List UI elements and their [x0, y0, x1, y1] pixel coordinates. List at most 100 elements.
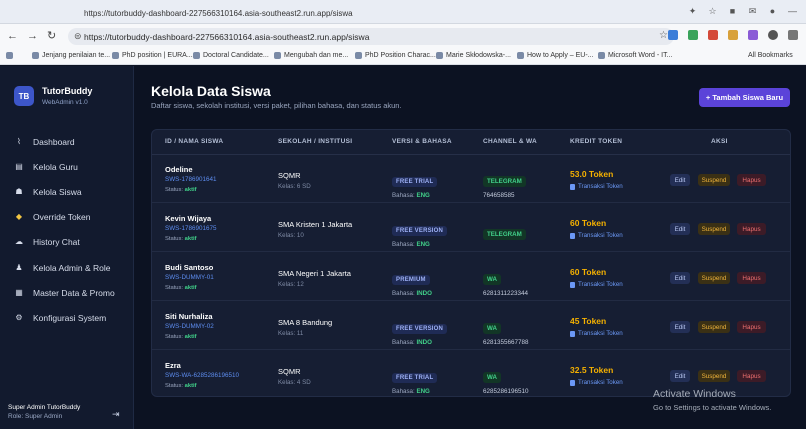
address-bar[interactable]: ⊜ https://tutorbuddy-dashboard-227566310… — [68, 28, 674, 45]
student-status: Status: aktif — [165, 334, 197, 340]
sidebar-item-history-chat[interactable]: ☁ History Chat — [14, 237, 80, 247]
reload-icon[interactable]: ↻ — [47, 30, 56, 42]
sidebar-item-konfigurasi[interactable]: ⚙ Konfigurasi System — [14, 313, 106, 323]
edit-button[interactable]: Edit — [670, 321, 690, 333]
bookmark-item[interactable]: How to Apply – EU-... — [517, 52, 594, 59]
suspend-button[interactable]: Suspend — [698, 272, 730, 284]
token-amount: 60 Token — [570, 218, 607, 228]
url-text: https://tutorbuddy-dashboard-22756631016… — [84, 32, 370, 42]
bookmark-star-icon[interactable]: ☆ — [659, 30, 668, 41]
token-amount: 60 Token — [570, 267, 607, 277]
star-icon[interactable]: ☆ — [707, 6, 718, 17]
student-id[interactable]: SWS-1786901641 — [165, 176, 216, 183]
all-bookmarks[interactable]: All Bookmarks — [748, 52, 793, 59]
teacher-icon: ▤ — [15, 162, 23, 171]
bookmark-item[interactable]: Marie Skłodowska-... — [436, 52, 511, 59]
student-name: Ezra — [165, 361, 181, 370]
school-name: SQMR — [278, 367, 301, 376]
edit-button[interactable]: Edit — [670, 174, 690, 186]
chart-icon: ⌇ — [17, 137, 21, 146]
delete-button[interactable]: Hapus — [737, 272, 766, 284]
bookmark-item[interactable]: Microsoft Word - IT... — [598, 52, 672, 59]
avatar[interactable] — [768, 30, 778, 40]
student-status: Status: aktif — [165, 236, 197, 242]
extension-c-icon[interactable] — [708, 30, 718, 40]
browser-tab-title[interactable]: https://tutorbuddy-dashboard-22756631016… — [84, 9, 353, 18]
sidebar-item-kelola-admin[interactable]: ♟ Kelola Admin & Role — [14, 263, 110, 273]
extension-icon[interactable]: ■ — [727, 6, 738, 17]
edit-button[interactable]: Edit — [670, 370, 690, 382]
profile-icon[interactable]: ● — [767, 6, 778, 17]
sparkle-icon[interactable]: ✦ — [687, 6, 698, 17]
bahasa: Bahasa: ENG — [392, 388, 430, 395]
suspend-button[interactable]: Suspend — [698, 223, 730, 235]
browser-toolbar: ← → ↻ ⊜ https://tutorbuddy-dashboard-227… — [0, 24, 806, 48]
user-info: Super Admin TutorBuddy Role: Super Admin — [8, 404, 80, 420]
delete-button[interactable]: Hapus — [737, 370, 766, 382]
extension-b-icon[interactable] — [688, 30, 698, 40]
token-transactions-link[interactable]: Transaksi Token — [570, 330, 623, 337]
column-header: AKSI — [711, 138, 728, 145]
student-cell: Ezra SWS-WA-6285286196510 Status: aktif — [165, 361, 239, 389]
bookmark-item[interactable]: Doctoral Candidate... — [193, 52, 269, 59]
table-row: Siti Nurhaliza SWS-DUMMY-02 Status: akti… — [152, 302, 790, 350]
table-row: Odeline SWS-1786901641 Status: aktif SQM… — [152, 155, 790, 203]
gmail-icon[interactable]: ✉ — [747, 6, 758, 17]
minimize-icon[interactable]: — — [787, 6, 798, 17]
student-id[interactable]: SWS-WA-6285286196510 — [165, 372, 239, 379]
channel-cell: WA 6285286196510 — [483, 366, 529, 395]
token-amount: 32.5 Token — [570, 365, 614, 375]
site-info-icon[interactable]: ⊜ — [74, 31, 82, 42]
database-icon: ▦ — [15, 288, 23, 297]
extension-e-icon[interactable] — [748, 30, 758, 40]
delete-button[interactable]: Hapus — [737, 174, 766, 186]
sidebar-item-label: Override Token — [33, 212, 91, 222]
edit-button[interactable]: Edit — [670, 223, 690, 235]
token-transactions-link[interactable]: Transaksi Token — [570, 281, 623, 288]
logo: TB — [14, 86, 34, 106]
logout-icon[interactable]: ⇥ — [112, 409, 120, 420]
bookmark-item[interactable]: Mengubah dan me... — [274, 52, 348, 59]
sidebar-item-kelola-guru[interactable]: ▤ Kelola Guru — [14, 162, 78, 172]
student-id[interactable]: SWS-DUMMY-02 — [165, 323, 214, 330]
back-icon[interactable]: ← — [7, 30, 18, 42]
receipt-icon — [570, 330, 575, 337]
page-subtitle: Daftar siswa, sekolah institusi, versi p… — [151, 101, 402, 110]
extension-a-icon[interactable] — [668, 30, 678, 40]
token-transactions-link[interactable]: Transaksi Token — [570, 183, 623, 190]
student-status: Status: aktif — [165, 285, 197, 291]
token-transactions-link[interactable]: Transaksi Token — [570, 379, 623, 386]
suspend-button[interactable]: Suspend — [698, 321, 730, 333]
bookmark-item[interactable]: PhD position | EURA... — [112, 52, 193, 59]
student-id[interactable]: SWS-1786901675 — [165, 225, 216, 232]
sidebar: TB TutorBuddy WebAdmin v1.0 ⌇ Dashboard … — [0, 66, 134, 429]
token-transactions-link[interactable]: Transaksi Token — [570, 232, 623, 239]
bookmark-item[interactable]: Jenjang penilaian te... — [32, 52, 110, 59]
suspend-button[interactable]: Suspend — [698, 370, 730, 382]
apps-icon[interactable] — [6, 52, 13, 59]
forward-icon[interactable]: → — [27, 30, 38, 42]
table-header: ID / NAMA SISWA SEKOLAH / INSTITUSI VERS… — [152, 130, 790, 155]
menu-icon[interactable] — [788, 30, 798, 40]
delete-button[interactable]: Hapus — [737, 321, 766, 333]
school-cell: SQMR Kelas: 4 SD — [278, 367, 311, 386]
students-table: ID / NAMA SISWA SEKOLAH / INSTITUSI VERS… — [151, 129, 791, 397]
edit-button[interactable]: Edit — [670, 272, 690, 284]
channel-badge: WA — [483, 274, 501, 285]
sidebar-item-kelola-siswa[interactable]: ☗ Kelola Siswa — [14, 187, 82, 197]
column-header: ID / NAMA SISWA — [165, 138, 224, 145]
sidebar-item-label: History Chat — [33, 237, 80, 247]
sidebar-item-label: Kelola Siswa — [33, 187, 82, 197]
wa-number: 6281355667788 — [483, 339, 529, 346]
sidebar-item-dashboard[interactable]: ⌇ Dashboard — [14, 137, 75, 147]
add-student-button[interactable]: + Tambah Siswa Baru — [699, 88, 790, 107]
extension-d-icon[interactable] — [728, 30, 738, 40]
brand-name: TutorBuddy — [42, 86, 93, 96]
bookmark-item[interactable]: PhD Position Charac... — [355, 52, 436, 59]
version-cell: PREMIUM Bahasa: INDO — [392, 268, 432, 297]
student-id[interactable]: SWS-DUMMY-01 — [165, 274, 214, 281]
delete-button[interactable]: Hapus — [737, 223, 766, 235]
suspend-button[interactable]: Suspend — [698, 174, 730, 186]
sidebar-item-override-token[interactable]: ◆ Override Token — [14, 212, 91, 222]
sidebar-item-master-data[interactable]: ▦ Master Data & Promo — [14, 288, 115, 298]
